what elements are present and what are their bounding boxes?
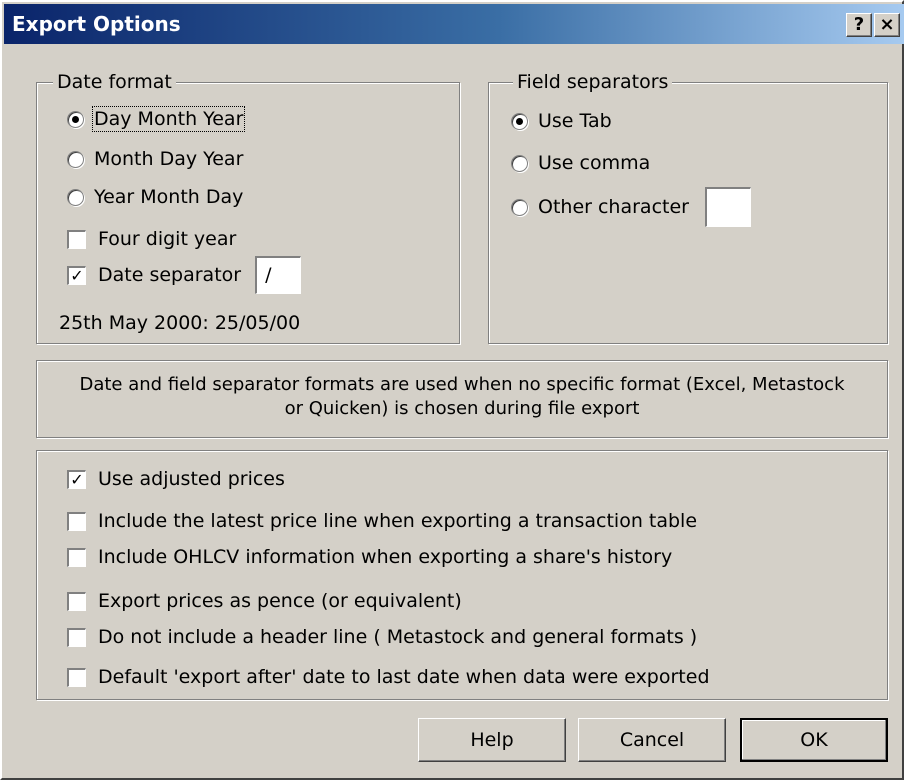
date-example: 25th May 2000: 25/05/00 — [59, 309, 300, 337]
checkbox-date-separator[interactable]: ✓ Date separator / — [67, 256, 302, 294]
checkbox-include-latest-price[interactable]: Include the latest price line when expor… — [67, 507, 697, 535]
radio-label: Use Tab — [538, 110, 612, 132]
checkbox-label: Include OHLCV information when exporting… — [98, 546, 673, 568]
checkbox[interactable]: ✓ — [67, 265, 86, 285]
checkbox-no-header-line[interactable]: Do not include a header line ( Metastock… — [67, 623, 697, 651]
checkbox-label: Include the latest price line when expor… — [98, 510, 698, 532]
field-separators-label: Field separators — [513, 70, 673, 94]
checkbox-label: Four digit year — [98, 228, 237, 250]
radio-other-character[interactable]: Other character — [511, 187, 751, 227]
checkbox-label: Use adjusted prices — [98, 468, 285, 490]
checkbox-include-ohlcv[interactable]: Include OHLCV information when exporting… — [67, 543, 672, 571]
date-separator-input[interactable]: / — [255, 256, 302, 294]
checkbox[interactable]: ✓ — [67, 469, 86, 489]
radio-label: Other character — [538, 196, 689, 218]
radio-use-tab[interactable]: Use Tab — [511, 107, 612, 135]
radio-button[interactable] — [67, 188, 84, 206]
radio-button[interactable] — [511, 198, 528, 216]
date-format-label: Date format — [53, 70, 176, 94]
help-caption-button[interactable]: ? — [846, 13, 872, 37]
close-button[interactable]: × — [874, 13, 900, 37]
checkbox[interactable] — [67, 591, 86, 611]
checkbox-label: Export prices as pence (or equivalent) — [98, 590, 462, 612]
checkbox[interactable] — [67, 511, 86, 531]
checkbox-label: Date separator — [98, 264, 242, 286]
info-line-2: or Quicken) is chosen during file export — [284, 398, 640, 419]
field-separators-group: Field separators Use Tab Use comma Other… — [488, 70, 888, 344]
radio-use-comma[interactable]: Use comma — [511, 149, 650, 177]
radio-button[interactable] — [511, 154, 528, 172]
checkbox[interactable] — [67, 627, 86, 647]
radio-button[interactable] — [511, 112, 528, 130]
checkbox-default-export-after[interactable]: Default 'export after' date to last date… — [67, 663, 710, 691]
checkbox-four-digit-year[interactable]: Four digit year — [67, 225, 236, 253]
radio-label: Use comma — [538, 152, 651, 174]
radio-label: Day Month Year — [91, 106, 246, 132]
radio-button[interactable] — [67, 150, 84, 168]
date-format-group: Date format Day Month Year Month Day Yea… — [36, 70, 460, 344]
title-bar[interactable]: Export Options ? × — [4, 4, 904, 44]
checkbox-label: Do not include a header line ( Metastock… — [98, 626, 698, 648]
cancel-button[interactable]: Cancel — [578, 718, 726, 762]
export-options-group: ✓ Use adjusted prices Include the latest… — [36, 450, 888, 700]
checkbox-use-adjusted-prices[interactable]: ✓ Use adjusted prices — [67, 465, 285, 493]
info-box: Date and field separator formats are use… — [36, 360, 888, 438]
radio-year-month-day[interactable]: Year Month Day — [67, 183, 243, 211]
window-title: Export Options — [12, 12, 181, 36]
export-options-dialog: Export Options ? × Date format Day Month… — [0, 0, 904, 780]
date-example-text: 25th May 2000: 25/05/00 — [59, 312, 301, 334]
radio-label: Month Day Year — [94, 148, 244, 170]
checkbox[interactable] — [67, 229, 86, 249]
help-button[interactable]: Help — [418, 718, 566, 762]
radio-button[interactable] — [67, 110, 84, 128]
radio-label: Year Month Day — [94, 186, 244, 208]
info-line-1: Date and field separator formats are use… — [79, 374, 845, 395]
other-character-input[interactable] — [704, 187, 751, 227]
radio-day-month-year[interactable]: Day Month Year — [67, 105, 246, 133]
checkbox-export-pence[interactable]: Export prices as pence (or equivalent) — [67, 587, 462, 615]
checkbox[interactable] — [67, 667, 86, 687]
radio-month-day-year[interactable]: Month Day Year — [67, 145, 243, 173]
checkbox[interactable] — [67, 547, 86, 567]
checkbox-label: Default 'export after' date to last date… — [98, 666, 710, 688]
ok-button[interactable]: OK — [740, 718, 888, 762]
